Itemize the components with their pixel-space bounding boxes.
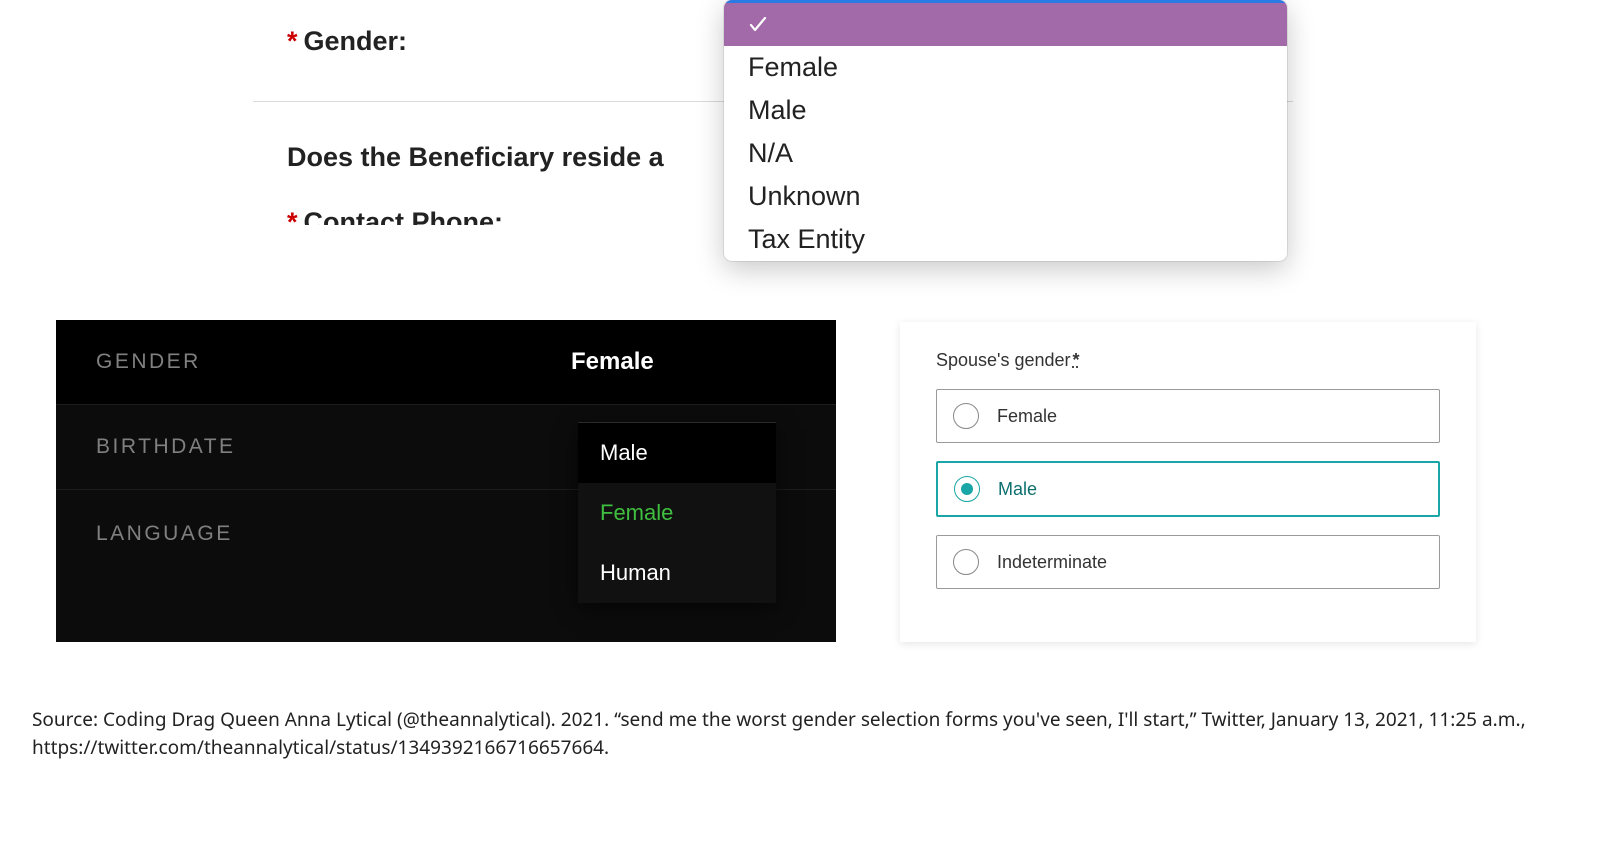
check-icon xyxy=(748,9,770,40)
spouse-option-male[interactable]: Male xyxy=(936,461,1440,517)
spouse-option-indeterminate-label: Indeterminate xyxy=(997,552,1107,573)
required-asterisk: * xyxy=(287,26,298,57)
settings-label-language: LANGUAGE xyxy=(96,522,416,546)
gender-dropdown-menu[interactable]: Female Male N/A Unknown Tax Entity xyxy=(724,0,1287,261)
spouse-option-female[interactable]: Female xyxy=(936,389,1440,443)
contact-phone-label: Contact Phone: xyxy=(304,207,504,238)
required-asterisk: * xyxy=(1071,350,1080,370)
settings-value-gender: Female xyxy=(416,348,654,376)
settings-label-birthdate: BIRTHDATE xyxy=(96,435,416,459)
required-asterisk: * xyxy=(287,207,298,238)
radio-dot-icon xyxy=(961,483,973,495)
settings-row-gender[interactable]: GENDER Female xyxy=(56,320,836,405)
gender-submenu-female[interactable]: Female xyxy=(578,483,776,543)
settings-label-gender: GENDER xyxy=(96,350,416,374)
gender-submenu[interactable]: Male Female Human xyxy=(578,422,776,603)
spouse-option-female-label: Female xyxy=(997,406,1057,427)
spouse-gender-label-text: Spouse's gender xyxy=(936,350,1071,370)
radio-icon xyxy=(954,476,980,502)
gender-option-male[interactable]: Male xyxy=(724,89,1287,132)
screenshot-dark-settings: GENDER Female BIRTHDATE LANGUAGE Male Fe… xyxy=(56,320,836,642)
spouse-option-indeterminate[interactable]: Indeterminate xyxy=(936,535,1440,589)
figure-canvas: * Gender: Does the Beneficiary reside a … xyxy=(0,0,1600,853)
gender-submenu-human[interactable]: Human xyxy=(578,543,776,603)
gender-submenu-male[interactable]: Male xyxy=(578,423,776,483)
spouse-gender-label: Spouse's gender* xyxy=(936,350,1440,371)
gender-option-unknown[interactable]: Unknown xyxy=(724,175,1287,218)
figure-source-caption: Source: Coding Drag Queen Anna Lytical (… xyxy=(32,706,1560,761)
gender-option-blank-selected[interactable] xyxy=(724,0,1287,46)
gender-option-tax-entity[interactable]: Tax Entity xyxy=(724,218,1287,261)
screenshot-spouse-gender-card: Spouse's gender* Female Male Indetermina… xyxy=(900,322,1476,642)
spouse-option-male-label: Male xyxy=(998,479,1037,500)
gender-option-na[interactable]: N/A xyxy=(724,132,1287,175)
gender-option-female[interactable]: Female xyxy=(724,46,1287,89)
radio-icon xyxy=(953,549,979,575)
radio-icon xyxy=(953,403,979,429)
gender-label: Gender: xyxy=(304,26,408,57)
